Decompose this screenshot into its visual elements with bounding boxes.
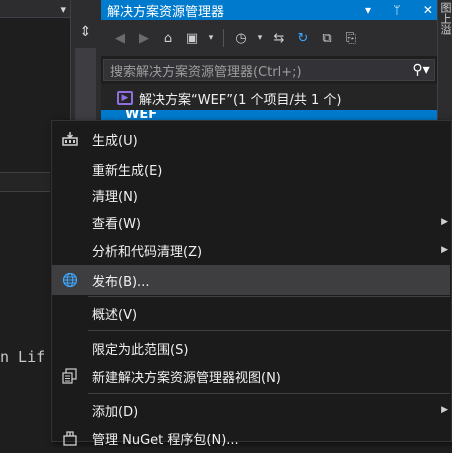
menu-item-label: 发布(B)... bbox=[92, 274, 150, 290]
editor-dropdown-icon[interactable]: ▾ bbox=[0, 0, 70, 18]
menu-item-label: 管理 NuGet 程序包(N)... bbox=[92, 432, 239, 448]
home-icon[interactable]: ⌂ bbox=[159, 29, 177, 47]
menu-separator bbox=[88, 296, 450, 297]
menu-item-overview[interactable]: 概述(V) bbox=[52, 298, 450, 328]
publish-globe-icon bbox=[52, 272, 88, 288]
show-all-files-icon[interactable]: ⎘ bbox=[342, 29, 360, 47]
menu-item-new-explorer-view[interactable]: 新建解决方案资源管理器视图(N) bbox=[52, 361, 450, 391]
menu-separator bbox=[88, 330, 450, 331]
menu-item-analyze[interactable]: 分析和代码清理(Z) ▶ bbox=[52, 235, 450, 265]
submenu-arrow-icon: ▶ bbox=[441, 217, 448, 227]
nuget-icon bbox=[52, 430, 88, 446]
switch-views-icon[interactable]: ▣ bbox=[183, 29, 201, 47]
menu-item-build[interactable]: 生成(U) bbox=[52, 124, 450, 154]
menu-item-view[interactable]: 查看(W) ▶ bbox=[52, 207, 450, 237]
search-icon[interactable]: ⚲▾ bbox=[408, 62, 434, 78]
new-view-icon bbox=[52, 368, 88, 384]
menu-item-label: 添加(D) bbox=[92, 404, 139, 420]
menu-item-label: 新建解决方案资源管理器视图(N) bbox=[92, 370, 281, 386]
menu-item-add[interactable]: 添加(D) ▶ bbox=[52, 395, 450, 425]
solution-explorer-toolbar: ◀ ▶ ⌂ ▣ ▾ ◷ ▾ ⇆ ↻ ⧉ ⎘ bbox=[101, 20, 437, 56]
menu-item-label: 概述(V) bbox=[92, 307, 138, 323]
menu-item-manage-nuget[interactable]: 管理 NuGet 程序包(N)... bbox=[52, 423, 450, 453]
close-icon[interactable]: ✕ bbox=[423, 3, 433, 17]
back-icon[interactable]: ◀ bbox=[111, 29, 129, 47]
scrollbar-thumb[interactable] bbox=[75, 48, 96, 122]
editor-panel-strip bbox=[0, 172, 50, 192]
menu-item-label: 分析和代码清理(Z) bbox=[92, 244, 203, 260]
build-icon bbox=[52, 132, 88, 146]
window-position-icon[interactable]: ▾ bbox=[365, 3, 371, 17]
pin-icon[interactable]: ᛘ bbox=[393, 3, 400, 17]
solution-icon: ▶ bbox=[117, 91, 133, 105]
submenu-arrow-icon: ▶ bbox=[441, 405, 448, 415]
search-box[interactable]: 搜索解决方案资源管理器(Ctrl+;) ⚲▾ bbox=[103, 59, 435, 81]
menu-item-label: 查看(W) bbox=[92, 216, 141, 232]
menu-item-label: 清理(N) bbox=[92, 189, 138, 205]
search-input[interactable]: 搜索解决方案资源管理器(Ctrl+;) bbox=[110, 61, 408, 80]
forward-icon[interactable]: ▶ bbox=[135, 29, 153, 47]
menu-item-publish[interactable]: 发布(B)... bbox=[52, 265, 450, 295]
solution-label: 解决方案“WEF”(1 个项目/共 1 个) bbox=[139, 92, 342, 108]
title-bar-icons: ▾ ᛘ ✕ bbox=[365, 0, 437, 20]
collapse-all-icon[interactable]: ⧉ bbox=[318, 29, 336, 47]
submenu-arrow-icon: ▶ bbox=[441, 245, 448, 255]
refresh-icon[interactable]: ↻ bbox=[294, 29, 312, 47]
menu-item-scope-to-this[interactable]: 限定为此范围(S) bbox=[52, 333, 450, 363]
menu-item-label: 重新生成(E) bbox=[92, 163, 163, 179]
dropdown-icon[interactable]: ▾ bbox=[207, 29, 215, 47]
menu-item-clean[interactable]: 清理(N) bbox=[52, 180, 450, 210]
toolbar-separator bbox=[223, 29, 224, 47]
tree-item-solution[interactable]: ▶ 解决方案“WEF”(1 个项目/共 1 个) bbox=[117, 88, 341, 108]
menu-item-label: 限定为此范围(S) bbox=[92, 342, 189, 358]
menu-item-label: 生成(U) bbox=[92, 133, 138, 149]
menu-separator bbox=[88, 393, 450, 394]
pending-changes-filter-icon[interactable]: ◷ bbox=[232, 29, 250, 47]
sync-icon[interactable]: ⇆ bbox=[270, 29, 288, 47]
code-text: n Lif bbox=[0, 348, 46, 366]
split-window-icon[interactable]: ⇕ bbox=[70, 22, 101, 42]
side-tab[interactable]: 图上溢 bbox=[439, 2, 452, 46]
dropdown-icon[interactable]: ▾ bbox=[256, 29, 264, 47]
